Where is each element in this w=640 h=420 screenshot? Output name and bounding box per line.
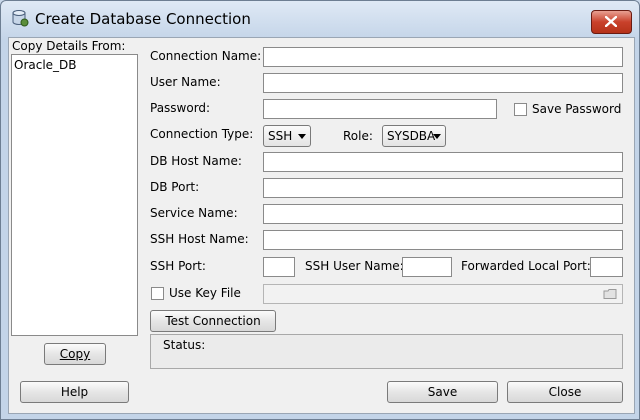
ssh-host-name-field[interactable] (263, 230, 623, 250)
dialog-window: Create Database Connection Copy Details … (0, 0, 640, 420)
chevron-down-icon (298, 134, 306, 139)
save-password-checkbox[interactable] (514, 103, 527, 116)
ssh-port-field[interactable] (263, 257, 295, 277)
service-name-label: Service Name: (150, 206, 238, 220)
forwarded-local-port-label: Forwarded Local Port: (461, 259, 591, 273)
copy-details-label: Copy Details From: (12, 39, 126, 53)
role-label: Role: (343, 129, 373, 143)
window-close-button[interactable] (591, 10, 632, 34)
connection-name-label: Connection Name: (150, 49, 262, 63)
use-key-file-checkbox[interactable] (151, 287, 164, 300)
password-label: Password: (150, 101, 211, 115)
user-name-label: User Name: (150, 75, 221, 89)
list-item[interactable]: Oracle_DB (14, 58, 77, 72)
ssh-user-name-label: SSH User Name: (305, 259, 404, 273)
use-key-file-label: Use Key File (169, 286, 241, 300)
db-port-label: DB Port: (150, 180, 200, 194)
window-title: Create Database Connection (35, 10, 251, 28)
dialog-content: Copy Details From: Oracle_DB Copy Connec… (8, 37, 635, 414)
save-password-label: Save Password (532, 102, 622, 116)
ssh-port-label: SSH Port: (150, 259, 206, 273)
ssh-user-name-field[interactable] (402, 257, 452, 277)
status-label: Status: (163, 338, 206, 352)
close-button[interactable]: Close (507, 381, 623, 403)
close-icon (605, 16, 617, 27)
ssh-host-name-label: SSH Host Name: (150, 232, 249, 246)
help-button[interactable]: Help (20, 381, 129, 403)
database-icon (12, 10, 29, 27)
db-host-name-label: DB Host Name: (150, 154, 242, 168)
status-panel: Status: (150, 334, 623, 369)
password-field[interactable] (263, 99, 497, 119)
key-file-field[interactable] (263, 284, 623, 304)
title-bar[interactable]: Create Database Connection (1, 1, 639, 34)
service-name-field[interactable] (263, 204, 623, 224)
connection-type-label: Connection Type: (150, 127, 254, 141)
role-select[interactable]: SYSDBA (382, 125, 446, 147)
connection-name-field[interactable] (263, 47, 623, 67)
save-button[interactable]: Save (387, 381, 498, 403)
chevron-down-icon (433, 134, 441, 139)
copy-button[interactable]: Copy (44, 343, 106, 365)
db-host-name-field[interactable] (263, 152, 623, 172)
connection-type-select[interactable]: SSH (263, 125, 311, 147)
folder-icon[interactable] (603, 288, 618, 300)
forwarded-local-port-field[interactable] (590, 257, 623, 277)
user-name-field[interactable] (263, 73, 623, 93)
test-connection-button[interactable]: Test Connection (150, 310, 276, 332)
db-port-field[interactable] (263, 178, 623, 198)
connection-list[interactable]: Oracle_DB (11, 54, 138, 336)
